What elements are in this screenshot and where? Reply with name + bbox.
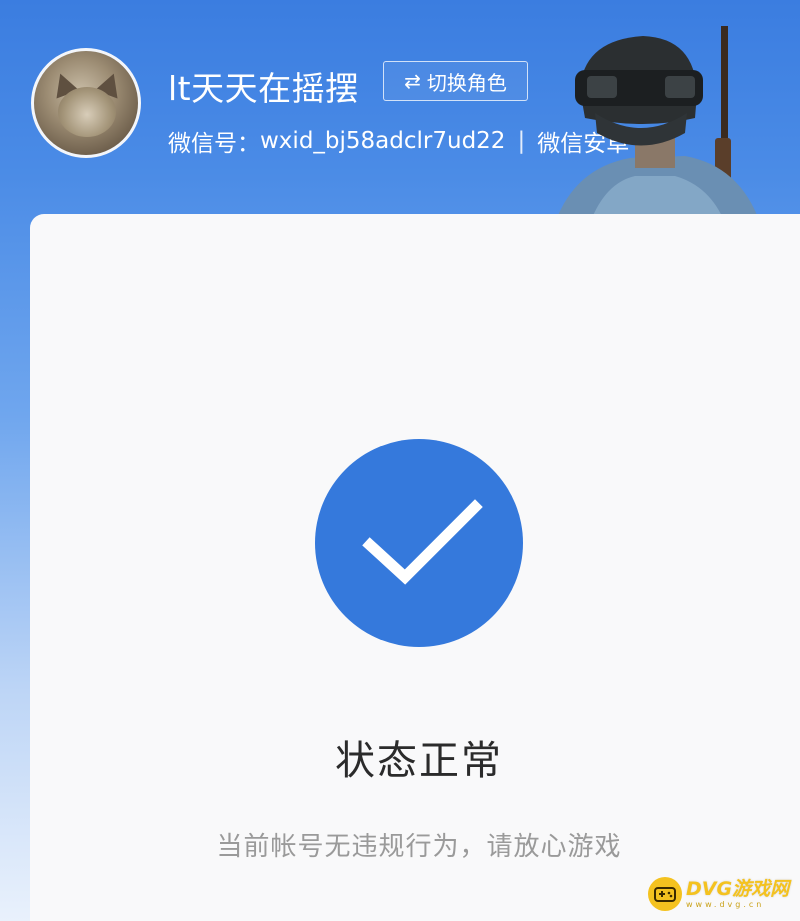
gamepad-logo-icon [648, 877, 682, 911]
status-success-badge [315, 439, 523, 647]
avatar-cat-face [58, 87, 116, 137]
avatar[interactable] [31, 48, 141, 158]
switch-role-button[interactable]: ⇄ 切换角色 [383, 61, 528, 101]
site-watermark: DVG游戏网 www.dvg.cn [648, 876, 789, 912]
watermark-url: www.dvg.cn [686, 899, 765, 909]
watermark-title: DVG游戏网 [686, 877, 790, 900]
helmet-goggle-left [587, 76, 617, 98]
nickname: lt天天在摇摆 [168, 69, 359, 108]
helmet-goggle-right [665, 76, 695, 98]
status-title: 状态正常 [335, 738, 503, 784]
status-description: 当前帐号无违规行为，请放心游戏 [216, 832, 622, 862]
swap-arrows-icon: ⇄ [404, 69, 421, 93]
watermark-text-group: DVG游戏网 www.dvg.cn [686, 877, 790, 909]
check-icon [362, 499, 483, 585]
wechat-id: wxid_bj58adclr7ud22 [260, 128, 506, 154]
game-character-illustration [555, 26, 760, 223]
switch-role-label: 切换角色 [426, 70, 507, 95]
wechat-id-label: 微信号： [168, 131, 260, 157]
gamepad-icon [654, 887, 676, 902]
separator: | [517, 128, 526, 154]
profile-header: lt天天在摇摆 ⇄ 切换角色 微信号： wxid_bj58adclr7ud22 … [0, 0, 800, 230]
